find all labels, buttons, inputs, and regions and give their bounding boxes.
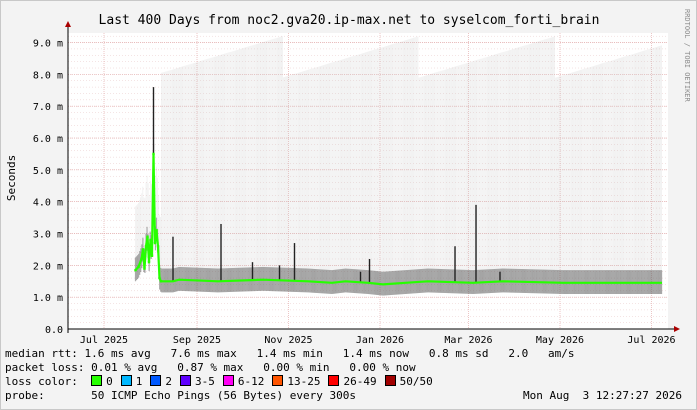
packet-loss-row: packet loss: 0.01 % avg 0.87 % max 0.00 …	[5, 361, 416, 375]
median-rtt-row: median rtt: 1.6 ms avg 7.6 ms max 1.4 ms…	[5, 347, 575, 361]
y-tick-label: 5.0 m	[33, 166, 63, 177]
y-tick-label: 0.0	[45, 325, 63, 336]
x-tick-label: Nov 2025	[264, 335, 312, 346]
loss-color-label-text: 50/50	[399, 375, 433, 388]
loss-color-legend: 0 1 2 3-5 6-12 13-25 26-49 50/50	[78, 375, 441, 388]
y-axis-label: Seconds	[5, 155, 18, 201]
loss-color-label-text: 13-25	[287, 375, 321, 388]
loss-color-label-text: 2	[165, 375, 172, 388]
loss-color-item: 0	[91, 375, 113, 388]
median-point	[141, 248, 145, 251]
loss-color-swatch	[384, 375, 396, 386]
loss-color-swatch	[150, 375, 162, 386]
loss-color-row: loss color: 0 1 2 3-5 6-12 13-25 26-49 50/50	[5, 375, 441, 389]
loss-color-item: 6-12	[222, 375, 265, 388]
probe-label: probe:	[5, 389, 45, 402]
x-tick-label: Sep 2025	[173, 335, 221, 346]
timestamp: Mon Aug 3 12:27:27 2026	[523, 389, 682, 402]
loss-color-label-text: 6-12	[237, 375, 265, 388]
median-point	[144, 245, 148, 248]
loss-color-item: 3-5	[179, 375, 215, 388]
rrdtool-watermark: RRDTOOL / TOBI OETIKER	[683, 9, 691, 103]
loss-color-item: 50/50	[384, 375, 433, 388]
loss-color-label-text: 1	[135, 375, 143, 388]
y-tick-label: 4.0 m	[33, 198, 63, 209]
probe-row: probe: 50 ICMP Echo Pings (56 Bytes) eve…	[5, 389, 356, 403]
x-tick-label: Jul 2025	[80, 335, 128, 346]
y-tick-label: 6.0 m	[33, 134, 63, 145]
loss-color-label-text: 3-5	[194, 375, 215, 388]
median-point	[156, 245, 160, 248]
smokeping-graph: Last 400 Days from noc2.gva20.ip-max.net…	[0, 0, 697, 410]
x-tick-labels: Jul 2025 Sep 2025 Nov 2025 Jan 2026 Mar 2026…	[80, 335, 676, 346]
loss-color-swatch	[179, 375, 191, 386]
probe-value: 50 ICMP Echo Pings (56 Bytes) every 300s	[44, 389, 357, 402]
x-axis-arrow	[674, 326, 680, 332]
loss-color-swatch	[91, 375, 103, 386]
median-rtt-label: median rtt:	[5, 347, 78, 360]
y-tick-label: 2.0 m	[33, 261, 63, 272]
packet-loss-label: packet loss:	[5, 361, 85, 374]
y-tick-label: 3.0 m	[33, 230, 63, 241]
y-tick-label: 8.0 m	[33, 70, 63, 81]
x-tick-label: Jul 2026	[627, 335, 675, 346]
y-tick-label: 9.0 m	[33, 39, 63, 50]
packet-loss-values: 0.01 % avg 0.87 % max 0.00 % min 0.00 % …	[84, 361, 416, 374]
loss-color-swatch	[328, 375, 340, 386]
rtt-chart: Last 400 Days from noc2.gva20.ip-max.net…	[5, 9, 691, 346]
median-point	[153, 241, 157, 245]
loss-color-item: 13-25	[272, 375, 320, 388]
y-axis-arrow	[65, 21, 71, 27]
median-point	[150, 254, 154, 257]
loss-color-label: loss color:	[5, 375, 78, 388]
loss-color-label-text: 0	[106, 375, 113, 388]
median-point	[159, 280, 163, 283]
y-tick-label: 1.0 m	[33, 293, 63, 304]
median-rtt-values: 1.6 ms avg 7.6 ms max 1.4 ms min 1.4 ms …	[77, 347, 575, 360]
loss-color-swatch	[222, 375, 234, 386]
x-tick-label: Jan 2026	[356, 335, 404, 346]
median-point	[146, 235, 149, 238]
loss-color-swatch	[272, 375, 284, 386]
y-tick-labels: 0.0 1.0 m 2.0 m 3.0 m 4.0 m 5.0 m 6.0 m 7.0 m 8.…	[33, 39, 63, 336]
loss-color-label-text: 26-49	[343, 375, 377, 388]
median-point	[137, 265, 140, 269]
median-point	[147, 260, 151, 264]
x-tick-label: May 2026	[536, 335, 584, 346]
median-point	[140, 257, 143, 261]
median-point	[143, 267, 146, 270]
median-point	[152, 152, 155, 156]
loss-color-item: 1	[120, 375, 143, 388]
median-point	[155, 229, 158, 232]
y-tick-label: 7.0 m	[33, 102, 63, 113]
median-point	[158, 276, 161, 280]
median-point	[149, 238, 152, 242]
loss-color-item: 26-49	[328, 375, 377, 388]
median-point	[134, 268, 137, 272]
loss-color-swatch	[120, 375, 132, 386]
x-tick-label: Mar 2026	[444, 335, 492, 346]
loss-color-item: 2	[150, 375, 172, 388]
chart-title: Last 400 Days from noc2.gva20.ip-max.net…	[99, 13, 600, 28]
